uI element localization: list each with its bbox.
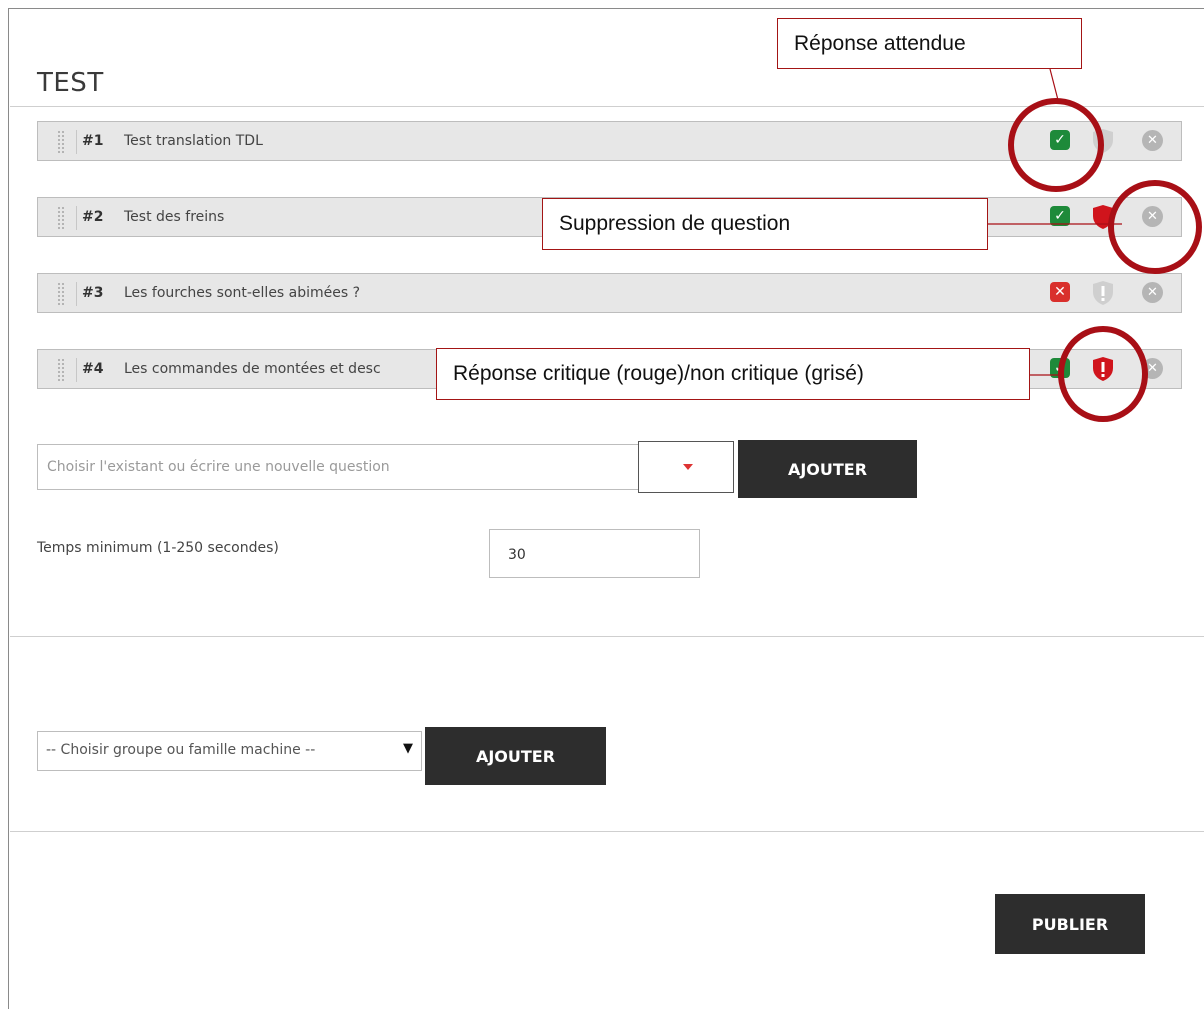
annotation-ring-expected [1008, 98, 1104, 192]
annotation-delete-question: Suppression de question [542, 198, 988, 250]
annotation-critical-answer: Réponse critique (rouge)/non critique (g… [436, 348, 1030, 400]
annotation-ring-critical [1058, 326, 1148, 422]
annotation-ring-delete [1108, 180, 1202, 274]
annotation-expected-answer: Réponse attendue [777, 18, 1082, 69]
